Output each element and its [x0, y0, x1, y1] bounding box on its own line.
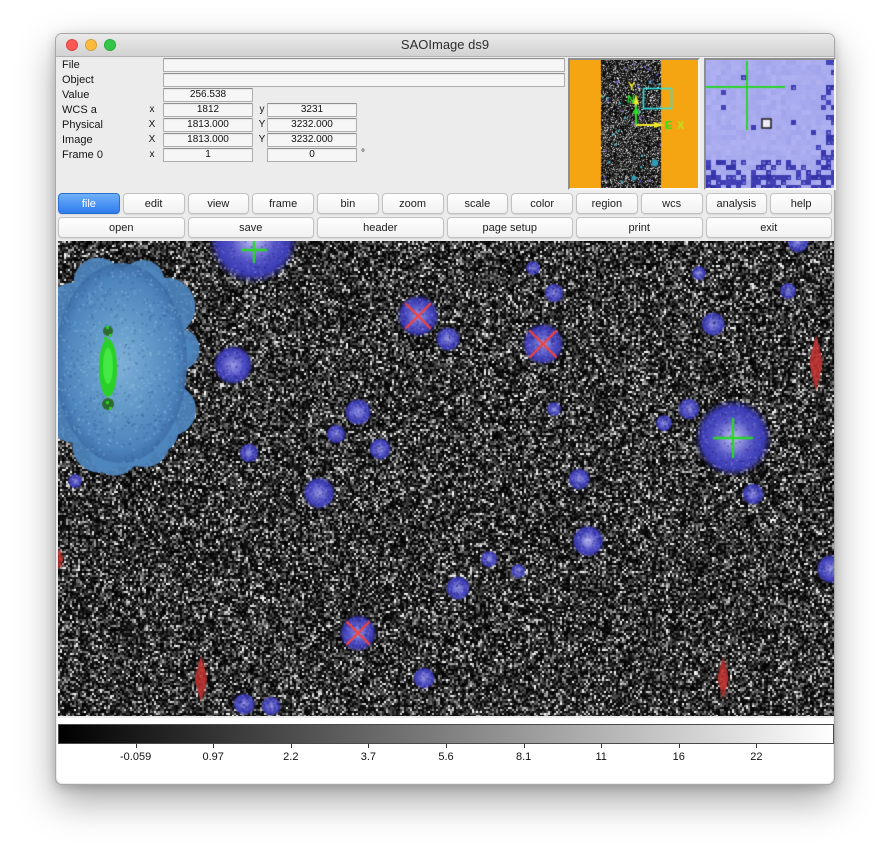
colorbar-tick	[446, 744, 447, 748]
colorbar-tick	[291, 744, 292, 748]
degree-suffix: °	[361, 148, 365, 159]
main-image-canvas[interactable]	[58, 241, 834, 716]
file-label: File	[62, 59, 80, 71]
wcs-y-field[interactable]: 3231	[267, 103, 357, 117]
colorbar-tick-label: 3.7	[361, 751, 376, 763]
menu-button-file[interactable]: file	[58, 193, 120, 214]
physical-x-field[interactable]: 1813.000	[163, 118, 253, 132]
colorbar-tick	[679, 744, 680, 748]
colorbar-tick-label: 2.2	[283, 751, 298, 763]
colorbar-tick	[368, 744, 369, 748]
menu-button-page-setup[interactable]: page setup	[447, 217, 574, 238]
info-row-file: File	[60, 58, 620, 72]
image-label: Image	[62, 134, 93, 146]
menu-button-analysis[interactable]: analysis	[706, 193, 768, 214]
menu-button-region[interactable]: region	[576, 193, 638, 214]
magnifier-canvas	[706, 60, 834, 188]
image-y-field[interactable]: 3232.000	[267, 133, 357, 147]
object-field[interactable]	[163, 73, 565, 87]
image-x-sublabel: X	[146, 134, 158, 145]
info-row-frame: Frame 0 x 1 0 °	[60, 148, 620, 162]
object-label: Object	[62, 74, 94, 86]
menu-button-color[interactable]: color	[511, 193, 573, 214]
menu-button-save[interactable]: save	[188, 217, 315, 238]
wcs-label: WCS a	[62, 104, 97, 116]
colorbar-tick-label: -0.059	[120, 751, 151, 763]
menu-button-edit[interactable]: edit	[123, 193, 185, 214]
info-row-image: Image X 1813.000 Y 3232.000	[60, 133, 620, 147]
panner-canvas[interactable]	[570, 60, 698, 188]
info-row-object: Object	[60, 73, 620, 87]
menu-button-frame[interactable]: frame	[252, 193, 314, 214]
file-field[interactable]	[163, 58, 565, 72]
menu-button-header[interactable]: header	[317, 217, 444, 238]
value-label: Value	[62, 89, 89, 101]
magnifier-frame	[704, 58, 836, 190]
menu-button-scale[interactable]: scale	[447, 193, 509, 214]
window-title: SAOImage ds9	[56, 37, 834, 52]
colorbar-tick	[524, 744, 525, 748]
info-row-physical: Physical X 1813.000 Y 3232.000	[60, 118, 620, 132]
menu-button-help[interactable]: help	[770, 193, 832, 214]
image-display-area	[58, 241, 834, 716]
colorbar-tick-label: 22	[750, 751, 762, 763]
wcs-x-sublabel: x	[146, 104, 158, 115]
menu-button-print[interactable]: print	[576, 217, 703, 238]
frame-label: Frame 0	[62, 149, 103, 161]
menu-button-bin[interactable]: bin	[317, 193, 379, 214]
menu-row-secondary: opensaveheaderpage setupprintexit	[58, 217, 832, 238]
ds9-window: SAOImage ds9 File Object Value 256.538 W…	[55, 33, 835, 785]
colorbar-tick	[136, 744, 137, 748]
colorbar-tick-label: 0.97	[202, 751, 223, 763]
menu-button-zoom[interactable]: zoom	[382, 193, 444, 214]
colorbar-tick	[213, 744, 214, 748]
colorbar-tick-label: 11	[595, 751, 606, 763]
info-row-wcs: WCS a x 1812 y 3231	[60, 103, 620, 117]
physical-x-sublabel: X	[146, 119, 158, 130]
menu-button-view[interactable]: view	[188, 193, 250, 214]
frame-rotate-field[interactable]: 0	[267, 148, 357, 162]
wcs-x-field[interactable]: 1812	[163, 103, 253, 117]
colorbar-tick-label: 8.1	[516, 751, 531, 763]
colorbar-tick	[601, 744, 602, 748]
colorbar-tick	[756, 744, 757, 748]
physical-y-field[interactable]: 3232.000	[267, 118, 357, 132]
colorbar-tick-label: 16	[673, 751, 685, 763]
frame-zoom-field[interactable]: 1	[163, 148, 253, 162]
menu-button-wcs[interactable]: wcs	[641, 193, 703, 214]
info-row-value: Value 256.538	[60, 88, 620, 102]
menu-button-open[interactable]: open	[58, 217, 185, 238]
menu-row-primary: fileeditviewframebinzoomscalecolorregion…	[58, 193, 832, 214]
desktop: SAOImage ds9 File Object Value 256.538 W…	[0, 0, 889, 862]
menu-button-exit[interactable]: exit	[706, 217, 833, 238]
image-x-field[interactable]: 1813.000	[163, 133, 253, 147]
panner-frame	[568, 58, 700, 190]
title-bar[interactable]: SAOImage ds9	[56, 34, 834, 57]
value-field[interactable]: 256.538	[163, 88, 253, 102]
colorbar-gradient[interactable]	[58, 724, 834, 744]
frame-zoom-sublabel: x	[146, 149, 158, 160]
colorbar-tick-label: 5.6	[438, 751, 453, 763]
physical-label: Physical	[62, 119, 103, 131]
